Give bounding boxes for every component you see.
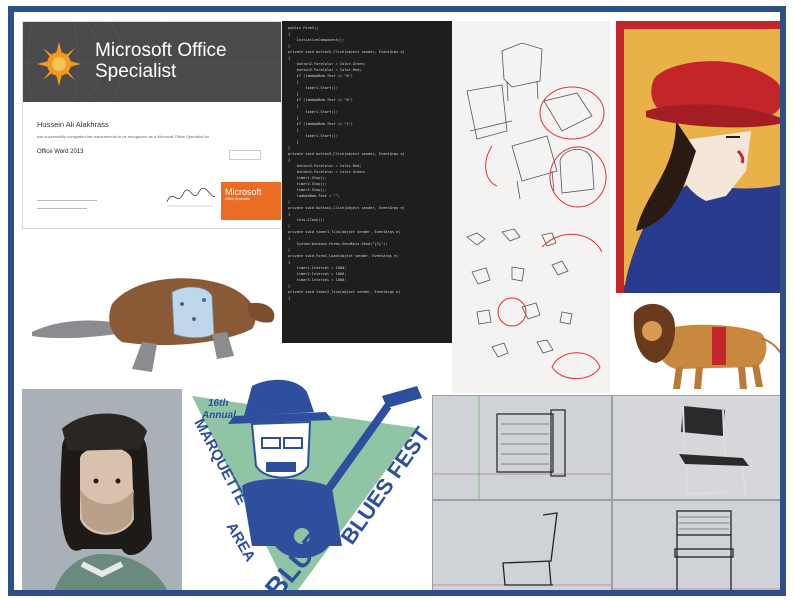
certificate-subject: Office Word 2013 xyxy=(37,149,84,155)
certificate-image: Microsoft Office Specialist Hussein Ali … xyxy=(22,21,282,229)
chair-sketch-image-2 xyxy=(452,217,610,393)
microsoft-badge: Microsoft Office Specialist xyxy=(221,182,281,220)
certificate-statement: has successfully completed the requireme… xyxy=(37,134,210,139)
microsoft-badge-title: Microsoft xyxy=(225,187,262,197)
lion-image xyxy=(616,293,780,393)
certificate-title-line1: Microsoft Office xyxy=(95,40,227,61)
cad-viewport-perspective xyxy=(612,395,780,500)
chair-sketch-image-1 xyxy=(452,21,610,217)
recipient-name: Hussein Ali Alakhrass xyxy=(37,120,109,129)
mos-sunburst-logo-icon xyxy=(37,42,81,86)
edition-number: 16th xyxy=(208,398,229,409)
code-line: { xyxy=(288,296,291,300)
woman-portrait-image xyxy=(22,389,182,590)
blues-fest-logo: 16th Annual MARQUETTE AREA BLUES FEST BL… xyxy=(182,376,432,590)
cad-viewport-top xyxy=(432,395,612,500)
collage-frame: Microsoft Office Specialist Hussein Ali … xyxy=(8,6,786,596)
code-lines: public Form1(){ InitializeComponent();} p… xyxy=(288,25,446,301)
certificate-title-line2: Specialist xyxy=(95,61,177,82)
red-hat-woman-poster xyxy=(616,21,780,293)
microsoft-badge-subtitle: Office Specialist xyxy=(225,197,251,201)
platypus-image xyxy=(22,234,282,384)
signature-graphic xyxy=(166,187,216,207)
cad-viewport-front xyxy=(612,500,780,590)
cad-viewport-side xyxy=(432,500,612,590)
certificate-header: Microsoft Office Specialist xyxy=(23,22,281,102)
certificate-date-line xyxy=(37,200,97,201)
code-editor-image: public Form1(){ InitializeComponent();} p… xyxy=(282,21,452,343)
certificate-verify-line xyxy=(37,208,87,209)
blues-fest-graphic: 16th Annual MARQUETTE AREA BLUES FEST BL… xyxy=(190,379,432,590)
certificate-number-box xyxy=(229,150,261,160)
certificate-title: Microsoft Office Specialist xyxy=(95,40,227,82)
